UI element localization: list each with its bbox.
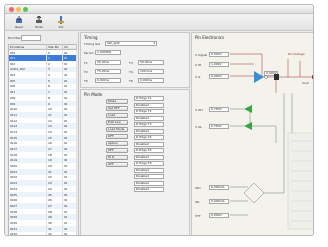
edge-label: T3	[129, 61, 133, 65]
pin-mode-value[interactable]: D Edge T2	[134, 109, 164, 114]
write-icon	[36, 16, 42, 23]
pin-mode-button[interactable]: OFF	[106, 134, 128, 139]
read-icon	[16, 16, 22, 23]
table-cell: 32	[46, 231, 63, 235]
pin-mode-panel: Pin Mode Mode Set OFF Load Edit Low Load Mod…	[80, 89, 190, 235]
read-label: Read	[15, 25, 23, 29]
pin-mode-value[interactable]: Disabled	[134, 115, 164, 121]
pin-list-panel: Pin Filter Pin Name Site Pin Ch IO0 0 IO IO…	[5, 32, 79, 235]
edge-field[interactable]: 100.0ns	[138, 69, 164, 74]
pin-mode-value[interactable]: Disabled	[134, 180, 164, 186]
pin-mode-button[interactable]: Load Mode	[106, 127, 128, 132]
pin-mode-button[interactable]: OFF	[106, 162, 128, 167]
electronics-label: V IL	[195, 75, 201, 79]
electronics-label: V Signal	[195, 53, 208, 57]
electronics-field[interactable]: 0.000V	[209, 213, 229, 218]
edge-label: T5	[84, 79, 88, 83]
pin-mode-value[interactable]: Disabled	[134, 128, 164, 134]
electronics-field[interactable]: 0.000mA	[209, 199, 229, 204]
edge-label: T4	[129, 70, 133, 74]
timing-set-value: SW_split	[107, 41, 120, 45]
electronics-label: IOH	[195, 186, 201, 190]
pin-table: Pin Name Site Pin Ch IO0 0 IO IO1 1 IO IO2 2 IO A…	[8, 44, 77, 235]
driver-gate-icon	[254, 71, 264, 83]
pin-mode-value[interactable]: D Edge T6	[134, 161, 164, 166]
edge-label: T1	[84, 61, 88, 65]
pin-mode-value[interactable]: Disabled	[134, 141, 164, 147]
edge-field[interactable]: 25.00ns	[95, 60, 121, 65]
electronics-label: V OL	[195, 125, 203, 129]
minimize-window-button[interactable]	[16, 7, 21, 12]
title-bar	[5, 5, 313, 14]
output-arrow-icon	[312, 75, 313, 79]
pin-mode-value[interactable]: Disabled	[134, 102, 164, 108]
init-icon	[58, 16, 64, 24]
edge-field[interactable]: 50.00ns	[138, 60, 164, 65]
read-button[interactable]: Read	[11, 15, 27, 30]
electronics-label: IOL	[195, 200, 200, 204]
timing-title: Timing	[84, 35, 98, 40]
electronics-field[interactable]: 1.000V	[209, 62, 229, 67]
pin-mode-button[interactable]: Edit Low	[106, 120, 128, 125]
pin-mode-value[interactable]: Disabled	[134, 174, 164, 179]
pin-mode-button[interactable]: Option	[106, 141, 128, 146]
pin-mode-value[interactable]: D Edge T5	[134, 148, 164, 153]
maximize-window-button[interactable]	[23, 7, 28, 12]
comparator-low-icon	[244, 122, 252, 130]
electronics-field[interactable]: 0.750V	[209, 124, 229, 129]
pin-mode-title: Pin Mode	[84, 92, 103, 97]
edge-field[interactable]: 0.000ns	[95, 78, 121, 83]
switch-icon	[274, 74, 279, 80]
timing-set-select[interactable]: SW_split ▾	[105, 41, 157, 46]
pin-mode-value[interactable]: Disabled	[134, 154, 164, 160]
pin-mode-value[interactable]: D Edge T1	[134, 96, 164, 101]
electronics-label: VTT	[195, 214, 201, 218]
timing-set-label: Timing Set	[84, 42, 101, 46]
chevron-down-icon: ▾	[153, 41, 155, 45]
pin-mode-value[interactable]: D Edge T3	[134, 122, 164, 127]
electronics-field[interactable]: 0.750V	[209, 107, 229, 112]
edge-field[interactable]: 0.000ns	[138, 78, 164, 83]
write-button[interactable]: Write	[31, 15, 47, 30]
electronics-field[interactable]: 0.000V	[209, 52, 229, 57]
electronics-field[interactable]: 0.000V	[209, 74, 229, 79]
period-field[interactable]: 1.000000	[95, 50, 121, 55]
edge-label: T6	[129, 79, 133, 83]
table-row[interactable]: IO32 32 IO	[8, 231, 77, 235]
pin-mode-value[interactable]: Disabled	[134, 167, 164, 173]
period-label: Period	[84, 51, 94, 55]
electronics-field[interactable]: 0.000mA	[209, 185, 229, 190]
pin-mode-button[interactable]: OFF	[106, 148, 128, 153]
table-cell: IO	[62, 231, 77, 235]
pin-mode-button[interactable]: Set OFF	[106, 106, 128, 111]
pin-mode-value[interactable]: Disabled	[134, 187, 164, 192]
comparator-high-icon	[244, 105, 252, 113]
pin-filter: Pin Filter	[8, 35, 76, 41]
electronics-label: V IH	[195, 63, 202, 67]
pin-mode-button[interactable]: Mode	[106, 99, 128, 104]
timing-panel: Timing Timing Set SW_split ▾ Period 1.00…	[80, 32, 190, 88]
toolbar: Read Write Init	[5, 14, 313, 31]
app-window: Read Write Init Pin Filter Pin Name Site…	[4, 4, 314, 236]
pin-mode-button[interactable]: Hi Z	[106, 155, 128, 160]
pin-mode-button[interactable]: Load	[106, 113, 128, 118]
init-label: Init	[58, 25, 64, 29]
pin-filter-label: Pin Filter	[8, 36, 21, 40]
table-cell: IO32	[8, 231, 47, 235]
write-label: Write	[35, 25, 43, 29]
edge-label: T2	[84, 70, 88, 74]
close-window-button[interactable]	[9, 7, 14, 12]
init-button[interactable]: Init	[53, 15, 69, 30]
pin-electronics-panel: Pin Electronics Pin Voltage Vout 0.000V	[191, 32, 313, 235]
pin-mode-value[interactable]: D Edge T4	[134, 135, 164, 140]
edge-field[interactable]: 75.00ns	[95, 69, 121, 74]
electronics-label: V OH	[195, 108, 203, 112]
pin-filter-input[interactable]	[21, 35, 41, 41]
